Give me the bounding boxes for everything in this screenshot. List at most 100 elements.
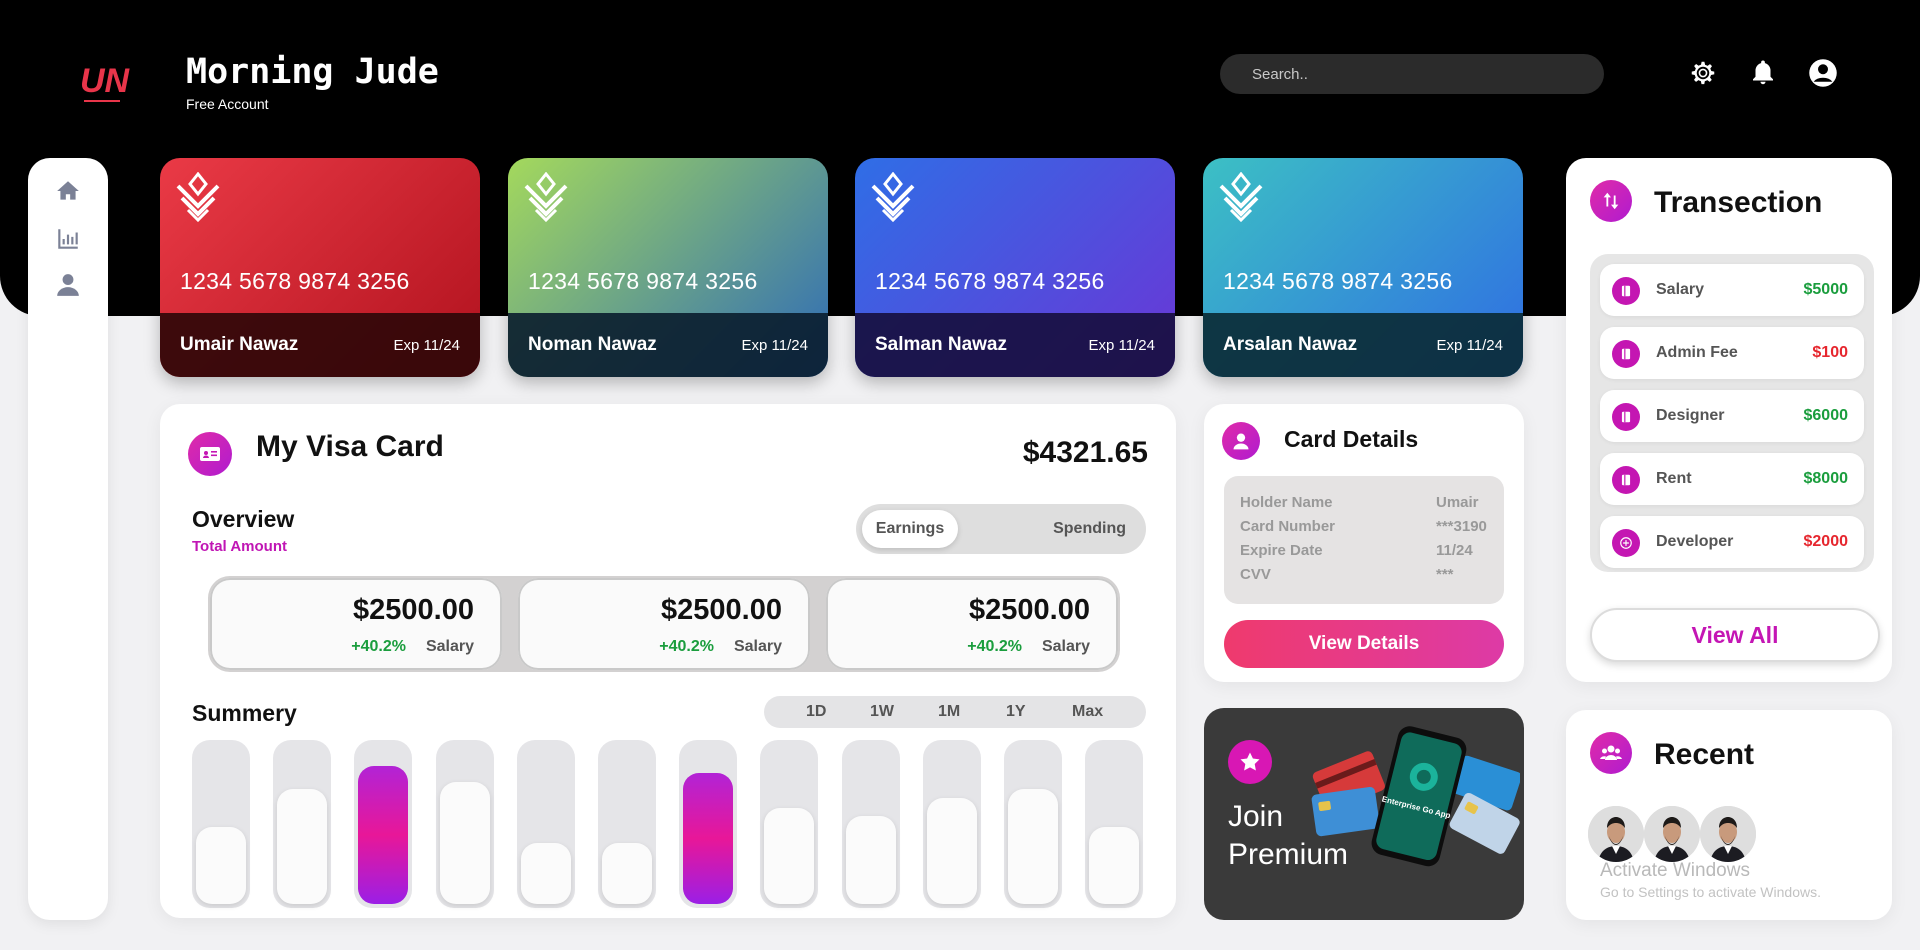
bar-track[interactable]: [436, 740, 494, 908]
stat-label: Salary: [1041, 638, 1090, 655]
wallet-icon: [1612, 277, 1640, 305]
bar-track[interactable]: [598, 740, 656, 908]
stat-card[interactable]: $2500.00 +40.2% Salary: [210, 578, 502, 670]
greeting-title: Morning Jude: [186, 52, 439, 92]
stat-label: Salary: [425, 638, 474, 655]
detail-row: Card Number ***3190: [1240, 518, 1488, 535]
bar-track[interactable]: [192, 740, 250, 908]
period-max[interactable]: Max: [1072, 703, 1103, 721]
search-input[interactable]: [1220, 54, 1604, 94]
card-brand-icon: [1219, 172, 1263, 222]
detail-label: Expire Date: [1240, 542, 1323, 559]
visa-balance: $4321.65: [1022, 436, 1148, 469]
period-1w[interactable]: 1W: [870, 703, 894, 721]
recent-panel: Recent Activate Windows Go to Settings t…: [1566, 710, 1892, 920]
payment-card[interactable]: 1234 5678 9874 3256 Arsalan Nawaz Exp 11/2…: [1203, 158, 1523, 377]
stat-label: Salary: [733, 638, 782, 655]
person-avatar-icon: [1644, 806, 1700, 862]
summary-title: Summery: [192, 700, 297, 726]
card-holder: Umair Nawaz: [180, 334, 299, 355]
visa-card-panel: My Visa Card $4321.65 Overview Total Amo…: [160, 404, 1176, 918]
recent-title: Recent: [1654, 738, 1755, 771]
join-premium-card[interactable]: Join Premium Enterprise Go App: [1204, 708, 1524, 920]
visa-card-title: My Visa Card: [256, 430, 444, 463]
activate-windows-subtitle: Go to Settings to activate Windows.: [1600, 884, 1821, 900]
earnings-spending-toggle[interactable]: Earnings Spending: [856, 504, 1146, 554]
bar-track[interactable]: [842, 740, 900, 908]
gear-icon[interactable]: [1688, 58, 1718, 88]
avatar[interactable]: [1644, 806, 1700, 862]
bar-track[interactable]: [273, 740, 331, 908]
detail-value: ***: [1436, 566, 1454, 583]
avatar[interactable]: [1700, 806, 1756, 862]
id-card-icon: [188, 432, 232, 476]
bar-fill-highlighted: [358, 766, 408, 904]
detail-row: Holder Name Umair: [1240, 494, 1488, 511]
bar-fill: [440, 782, 490, 904]
transfer-arrows-icon: [1590, 180, 1632, 222]
list-item[interactable]: Developer $2000: [1600, 516, 1864, 568]
period-selector: 1D 1W 1M 1Y Max: [764, 696, 1146, 728]
avatar[interactable]: [1588, 806, 1644, 862]
bar-fill: [764, 808, 814, 904]
card-holder: Salman Nawaz: [875, 334, 1007, 355]
bar-fill-highlighted: [683, 773, 733, 904]
stat-card[interactable]: $2500.00 +40.2% Salary: [518, 578, 810, 670]
transaction-amount: $2000: [1803, 533, 1849, 550]
bar-track[interactable]: [354, 740, 412, 908]
bar-track[interactable]: [679, 740, 737, 908]
card-details-box: Holder Name Umair Card Number ***3190 Expi…: [1224, 476, 1504, 604]
bar-chart-icon[interactable]: [55, 226, 81, 252]
detail-value: ***3190: [1436, 518, 1487, 535]
card-details-panel: Card Details Holder Name Umair Card Numbe…: [1204, 404, 1524, 682]
bar-track[interactable]: [923, 740, 981, 908]
bell-icon[interactable]: [1748, 58, 1778, 88]
home-icon[interactable]: [55, 178, 81, 204]
toggle-spending[interactable]: Spending: [1053, 510, 1126, 548]
group-icon: [1590, 732, 1632, 774]
list-item[interactable]: Admin Fee $100: [1600, 327, 1864, 379]
bar-track[interactable]: [1004, 740, 1062, 908]
view-all-button[interactable]: View All: [1590, 608, 1880, 662]
brand-logo[interactable]: UN: [78, 58, 132, 108]
user-circle-icon[interactable]: [1808, 58, 1838, 88]
period-1m[interactable]: 1M: [938, 703, 960, 721]
detail-row: CVV ***: [1240, 566, 1488, 583]
bar-fill: [927, 798, 977, 904]
user-icon: [1222, 422, 1260, 460]
view-details-button[interactable]: View Details: [1224, 620, 1504, 668]
period-1y[interactable]: 1Y: [1006, 703, 1026, 721]
bar-track[interactable]: [760, 740, 818, 908]
stat-amount: $2500.00: [969, 594, 1090, 626]
star-icon: [1228, 740, 1272, 784]
user-icon[interactable]: [55, 272, 81, 298]
bar-track[interactable]: [1085, 740, 1143, 908]
stat-amount: $2500.00: [661, 594, 782, 626]
bar-fill: [1089, 827, 1139, 904]
detail-value: Umair: [1436, 494, 1479, 511]
payment-card[interactable]: 1234 5678 9874 3256 Umair Nawaz Exp 11/24: [160, 158, 480, 377]
period-1d[interactable]: 1D: [806, 703, 826, 721]
payment-card[interactable]: 1234 5678 9874 3256 Salman Nawaz Exp 11/24: [855, 158, 1175, 377]
wallet-icon: [1612, 403, 1640, 431]
bar-fill: [1008, 789, 1058, 904]
wallet-icon: [1612, 466, 1640, 494]
transaction-name: Salary: [1656, 281, 1705, 298]
card-footer: Salman Nawaz Exp 11/24: [855, 313, 1175, 377]
toggle-earnings[interactable]: Earnings: [862, 510, 958, 548]
stat-card[interactable]: $2500.00 +40.2% Salary: [826, 578, 1118, 670]
bar-fill: [602, 843, 652, 904]
bar-fill: [277, 789, 327, 904]
card-expiry: Exp 11/24: [393, 336, 460, 354]
card-holder: Arsalan Nawaz: [1223, 334, 1358, 355]
list-item[interactable]: Rent $8000: [1600, 453, 1864, 505]
card-expiry: Exp 11/24: [1436, 336, 1503, 354]
list-item[interactable]: Salary $5000: [1600, 264, 1864, 316]
detail-row: Expire Date 11/24: [1240, 542, 1488, 559]
card-footer: Arsalan Nawaz Exp 11/24: [1203, 313, 1523, 377]
card-number: 1234 5678 9874 3256: [528, 268, 758, 294]
bar-fill: [846, 816, 896, 904]
payment-card[interactable]: 1234 5678 9874 3256 Noman Nawaz Exp 11/24: [508, 158, 828, 377]
bar-track[interactable]: [517, 740, 575, 908]
list-item[interactable]: Designer $6000: [1600, 390, 1864, 442]
